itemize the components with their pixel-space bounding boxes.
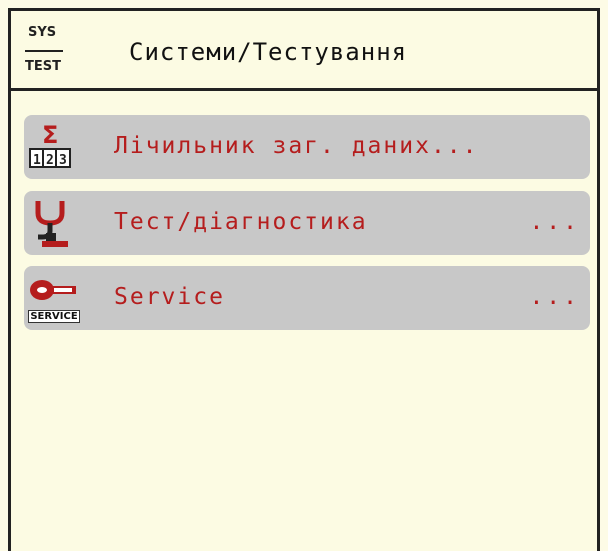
menu-item-label: Service bbox=[114, 284, 225, 310]
screen: SYS TEST Системи/Тестування Σ 1 2 3 Лічи… bbox=[8, 8, 600, 551]
menu-item-counters[interactable]: Σ 1 2 3 Лічильник заг. даних... bbox=[24, 115, 590, 179]
sys-icon-label: SYS bbox=[28, 25, 57, 40]
service-key-icon: SERVICE bbox=[28, 272, 80, 324]
sys-icon-divider bbox=[25, 50, 63, 52]
more-indicator: ... bbox=[529, 209, 580, 235]
menu-item-label: Лічильник заг. даних... bbox=[114, 133, 479, 159]
sys-test-icon: SYS TEST bbox=[25, 25, 65, 81]
menu-item-service[interactable]: SERVICE Service ... bbox=[24, 266, 590, 330]
svg-text:Σ: Σ bbox=[42, 121, 58, 149]
more-indicator: ... bbox=[529, 284, 580, 310]
counter-sigma-icon: Σ 1 2 3 bbox=[28, 121, 80, 173]
page-title: Системи/Тестування bbox=[129, 38, 408, 66]
svg-text:2: 2 bbox=[46, 153, 54, 168]
svg-text:3: 3 bbox=[59, 153, 67, 168]
test-icon-label: TEST bbox=[25, 59, 61, 74]
header: SYS TEST Системи/Тестування bbox=[11, 11, 597, 91]
menu-item-label: Тест/діагностика bbox=[114, 209, 368, 235]
menu-item-test-diagnostics[interactable]: Тест/діагностика ... bbox=[24, 191, 590, 255]
stethoscope-icon bbox=[28, 197, 80, 249]
service-icon-label: SERVICE bbox=[28, 310, 80, 323]
svg-text:1: 1 bbox=[33, 153, 41, 168]
